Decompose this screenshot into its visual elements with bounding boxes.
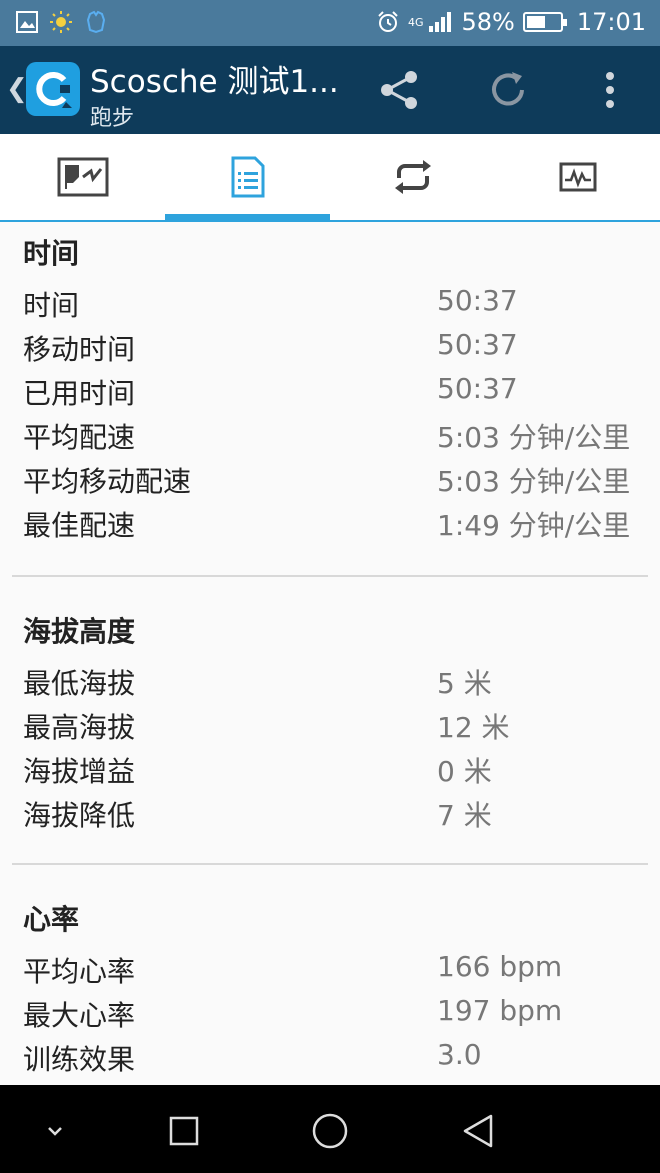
status-bar: 4G 58% 17:01 bbox=[0, 0, 660, 46]
row-label: 平均心率 bbox=[23, 955, 136, 988]
refresh-icon bbox=[492, 72, 524, 106]
gallery-notification-icon bbox=[16, 11, 38, 33]
chevron-down-icon bbox=[48, 1127, 62, 1136]
row-label: 最佳配速 bbox=[23, 509, 136, 542]
row-value: 5:03 分钟/公里 bbox=[437, 465, 631, 498]
row-label: 最大心率 bbox=[23, 999, 136, 1032]
row-label: 海拔增益 bbox=[23, 755, 136, 788]
tab-map[interactable] bbox=[0, 134, 165, 220]
activity-summary: 时间 时间 50:37 移动时间 50:37 已用时间 50:37 平均配速 5… bbox=[0, 224, 660, 1085]
row-label: 平均配速 bbox=[23, 421, 136, 454]
home-button[interactable] bbox=[308, 1109, 352, 1153]
more-vert-icon bbox=[606, 72, 614, 108]
tab-laps[interactable] bbox=[330, 134, 495, 220]
back-chevron-icon[interactable]: ❮ bbox=[6, 74, 28, 104]
hide-nav-button[interactable] bbox=[33, 1109, 77, 1153]
row-value: 166 bpm bbox=[437, 950, 563, 983]
alarm-icon bbox=[378, 11, 398, 32]
row-label: 海拔降低 bbox=[23, 799, 136, 832]
section-title-heart-rate: 心率 bbox=[23, 903, 80, 936]
clock: 17:01 bbox=[576, 8, 646, 36]
tab-strip bbox=[0, 134, 660, 222]
share-button[interactable] bbox=[378, 68, 422, 112]
recents-square-icon bbox=[169, 1116, 199, 1146]
tab-charts[interactable] bbox=[495, 134, 660, 220]
row-value: 5 米 bbox=[437, 667, 492, 700]
row-label: 移动时间 bbox=[23, 333, 136, 366]
app-notification-icon bbox=[86, 10, 106, 34]
section-divider bbox=[12, 863, 648, 865]
row-label: 训练效果 bbox=[23, 1043, 136, 1076]
system-nav-bar bbox=[0, 1085, 660, 1173]
summary-list-icon bbox=[231, 156, 264, 198]
map-icon bbox=[57, 157, 108, 197]
overflow-menu-button[interactable] bbox=[588, 68, 632, 112]
laps-icon bbox=[394, 160, 431, 194]
section-title-time: 时间 bbox=[23, 237, 80, 270]
row-label: 最低海拔 bbox=[23, 667, 136, 700]
row-value: 7 米 bbox=[437, 799, 492, 832]
back-button[interactable] bbox=[456, 1109, 500, 1153]
back-triangle-icon bbox=[463, 1114, 493, 1148]
weather-sun-icon bbox=[50, 11, 72, 33]
row-label: 已用时间 bbox=[23, 377, 136, 410]
page-title: Scosche 测试1... bbox=[90, 64, 339, 100]
home-circle-icon bbox=[312, 1113, 348, 1149]
row-value: 50:37 bbox=[437, 328, 518, 361]
signal-icon bbox=[429, 12, 452, 32]
activity-type: 跑步 bbox=[90, 106, 135, 131]
row-value: 5:03 分钟/公里 bbox=[437, 421, 631, 454]
row-value: 0 米 bbox=[437, 755, 492, 788]
network-type: 4G bbox=[407, 15, 424, 29]
section-divider bbox=[12, 575, 648, 577]
section-title-altitude: 海拔高度 bbox=[23, 615, 136, 648]
battery-icon bbox=[522, 12, 567, 32]
app-logo-icon[interactable] bbox=[26, 62, 80, 116]
row-value: 197 bpm bbox=[437, 994, 563, 1027]
recents-button[interactable] bbox=[162, 1109, 206, 1153]
row-value: 3.0 bbox=[437, 1038, 482, 1071]
refresh-button[interactable] bbox=[486, 68, 530, 112]
action-bar: ❮ Scosche 测试1... 跑步 bbox=[0, 46, 660, 134]
share-icon bbox=[381, 71, 417, 109]
chart-icon bbox=[559, 162, 596, 192]
row-value: 50:37 bbox=[437, 284, 518, 317]
row-label: 最高海拔 bbox=[23, 711, 136, 744]
row-value: 12 米 bbox=[437, 711, 510, 744]
row-label: 平均移动配速 bbox=[23, 465, 192, 498]
tab-summary[interactable] bbox=[165, 134, 330, 222]
battery-percent: 58% bbox=[461, 8, 515, 36]
row-label: 时间 bbox=[23, 289, 80, 322]
row-value: 50:37 bbox=[437, 372, 518, 405]
row-value: 1:49 分钟/公里 bbox=[437, 509, 631, 542]
